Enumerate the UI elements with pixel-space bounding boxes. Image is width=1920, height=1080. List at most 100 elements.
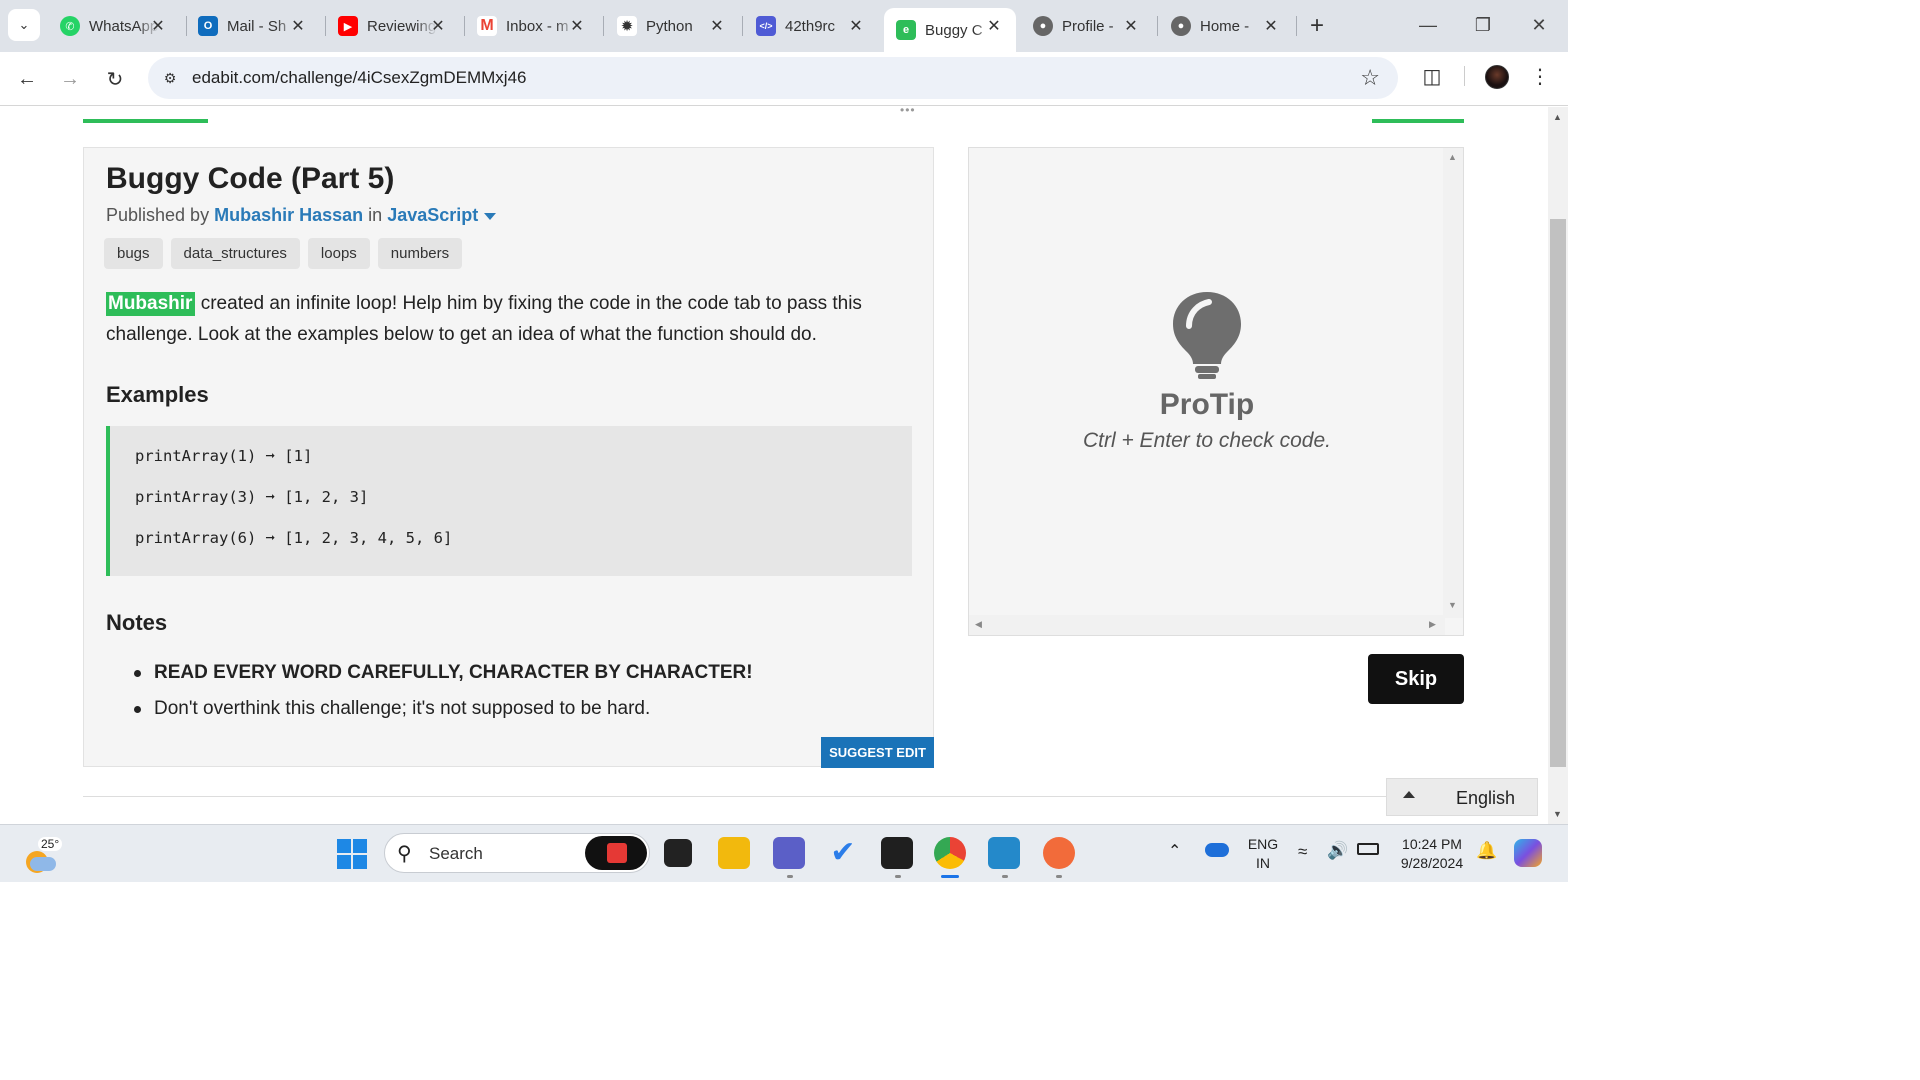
site-info-icon[interactable]: ⚙	[158, 66, 182, 90]
author-link[interactable]: Mubashir Hassan	[214, 205, 363, 225]
close-icon[interactable]: ✕	[707, 16, 727, 36]
bookmark-star-icon[interactable]: ☆	[1360, 65, 1380, 91]
menu-dots-icon[interactable]: ⋮	[1530, 62, 1550, 90]
language-label: English	[1456, 788, 1516, 808]
page-scrollbar[interactable]: ▲ ▼	[1548, 107, 1568, 824]
weather-widget[interactable]: 25°	[22, 835, 63, 873]
protip-panel: ProTip Ctrl + Enter to check code. ▲ ▼ ◀…	[968, 147, 1464, 636]
published-line: Published by Mubashir Hassan in JavaScri…	[106, 205, 497, 226]
code-icon: </>	[756, 16, 776, 36]
taskbar-search[interactable]: ⚲ Search	[384, 833, 650, 873]
todo-icon[interactable]: ✔	[827, 837, 859, 869]
copilot-icon[interactable]	[1514, 839, 1542, 867]
tab-indicator-right	[1372, 119, 1464, 123]
published-by-label: Published by	[106, 205, 210, 225]
tab-mail[interactable]: O Mail - Sh ✕	[186, 8, 320, 44]
close-icon[interactable]: ✕	[1121, 16, 1141, 36]
challenge-card: Buggy Code (Part 5) Published by Mubashi…	[83, 147, 934, 767]
close-icon[interactable]: ✕	[148, 16, 168, 36]
skip-button[interactable]: Skip	[1368, 654, 1464, 704]
close-icon[interactable]: ✕	[428, 16, 448, 36]
tag-numbers[interactable]: numbers	[377, 238, 463, 269]
postman-icon[interactable]	[1043, 837, 1075, 869]
extensions-icon[interactable]: ◫	[1418, 62, 1446, 90]
restore-button[interactable]: ❐	[1460, 10, 1506, 40]
close-icon[interactable]: ✕	[567, 16, 587, 36]
minimize-button[interactable]: —	[1405, 10, 1451, 40]
scroll-up-icon[interactable]: ▲	[1553, 112, 1562, 122]
close-icon[interactable]: ✕	[984, 16, 1004, 36]
tag-loops[interactable]: loops	[307, 238, 370, 269]
cloud-icon	[30, 857, 56, 871]
avatar[interactable]	[1485, 65, 1509, 89]
more-dots-icon[interactable]: •••	[900, 107, 916, 117]
onedrive-icon[interactable]	[1205, 843, 1229, 857]
scroll-down-icon[interactable]: ▼	[1553, 809, 1562, 819]
address-bar[interactable]: ⚙ edabit.com/challenge/4iCsexZgmDEMMxj46…	[148, 57, 1398, 99]
windows-start-icon[interactable]	[337, 839, 367, 869]
system-clock[interactable]: 10:24 PM 9/28/2024	[1396, 835, 1468, 873]
forward-button[interactable]: →	[53, 62, 87, 96]
scroll-down-icon[interactable]: ▼	[1448, 600, 1457, 610]
chevron-down-icon: ⌄	[18, 17, 30, 32]
teams-icon[interactable]	[773, 837, 805, 869]
search-highlight-icon	[585, 836, 647, 870]
tab-profile[interactable]: ● Profile - ✕	[1021, 8, 1153, 44]
new-tab-button[interactable]: +	[1303, 12, 1331, 40]
arrow-right-icon: →	[60, 67, 80, 90]
chrome-icon[interactable]	[934, 837, 966, 869]
close-icon[interactable]: ✕	[846, 16, 866, 36]
caret-up-icon	[1403, 791, 1415, 798]
tab-divider	[1157, 16, 1158, 36]
tag-bugs[interactable]: bugs	[104, 238, 163, 269]
caret-down-icon[interactable]	[484, 212, 497, 220]
lightbulb-icon	[1173, 292, 1241, 379]
chevron-up-icon[interactable]: ⌃	[1168, 841, 1181, 861]
url-text[interactable]: edabit.com/challenge/4iCsexZgmDEMMxj46	[192, 68, 526, 88]
tab-whatsapp[interactable]: ✆ WhatsApp ✕	[48, 8, 180, 44]
language-selector[interactable]: English	[1386, 778, 1538, 816]
tab-gmail[interactable]: M Inbox - m ✕	[465, 8, 599, 44]
running-indicator	[1002, 875, 1008, 878]
globe-icon: ●	[1171, 16, 1191, 36]
tab-python[interactable]: ✹ Python ✕	[605, 8, 739, 44]
tab-buggy-code[interactable]: e Buggy C ✕	[884, 8, 1016, 52]
battery-icon[interactable]	[1357, 843, 1379, 855]
globe-icon: ●	[1033, 16, 1053, 36]
protip-title: ProTip	[1159, 388, 1255, 421]
reload-button[interactable]: ↻	[98, 62, 132, 96]
tag-data-structures[interactable]: data_structures	[170, 238, 300, 269]
input-language[interactable]: ENG IN	[1246, 835, 1280, 873]
search-icon: ⚲	[397, 843, 412, 865]
suggest-edit-button[interactable]: SUGGEST EDIT	[821, 737, 934, 768]
examples-heading: Examples	[106, 382, 209, 407]
tab-youtube[interactable]: ▶ Reviewing ✕	[326, 8, 460, 44]
wifi-icon[interactable]: ≈	[1298, 842, 1307, 862]
tab-search-button[interactable]: ⌄	[8, 9, 40, 41]
scroll-left-icon[interactable]: ◀	[975, 619, 982, 630]
page-viewport: ••• Buggy Code (Part 5) Published by Mub…	[0, 107, 1548, 824]
scroll-right-icon[interactable]: ▶	[1429, 619, 1436, 630]
task-view-icon[interactable]	[664, 839, 692, 867]
tab-label: Mail - Sh	[227, 17, 287, 35]
example-line: printArray(1) ➞ [1]	[135, 447, 313, 465]
protip-vertical-scrollbar[interactable]: ▲ ▼	[1443, 148, 1463, 618]
scroll-up-icon[interactable]: ▲	[1448, 152, 1457, 162]
close-icon[interactable]: ✕	[1261, 16, 1281, 36]
vscode-icon[interactable]	[988, 837, 1020, 869]
close-window-button[interactable]: ✕	[1516, 10, 1562, 40]
chatgpt-icon: ✹	[617, 16, 637, 36]
protip-horizontal-scrollbar[interactable]: ◀ ▶	[969, 615, 1445, 635]
tab-divider	[742, 16, 743, 36]
file-explorer-icon[interactable]	[718, 837, 750, 869]
scrollbar-thumb[interactable]	[1550, 219, 1566, 767]
notification-bell-icon[interactable]: 🔔	[1476, 841, 1497, 861]
tab-code[interactable]: </> 42th9rc ✕	[744, 8, 878, 44]
tab-home[interactable]: ● Home - ✕	[1159, 8, 1293, 44]
volume-icon[interactable]: 🔊	[1327, 841, 1348, 861]
example-line: printArray(6) ➞ [1, 2, 3, 4, 5, 6]	[135, 529, 453, 547]
back-button[interactable]: ←	[10, 62, 44, 96]
language-link[interactable]: JavaScript	[387, 205, 478, 225]
terminal-icon[interactable]	[881, 837, 913, 869]
close-icon[interactable]: ✕	[288, 16, 308, 36]
